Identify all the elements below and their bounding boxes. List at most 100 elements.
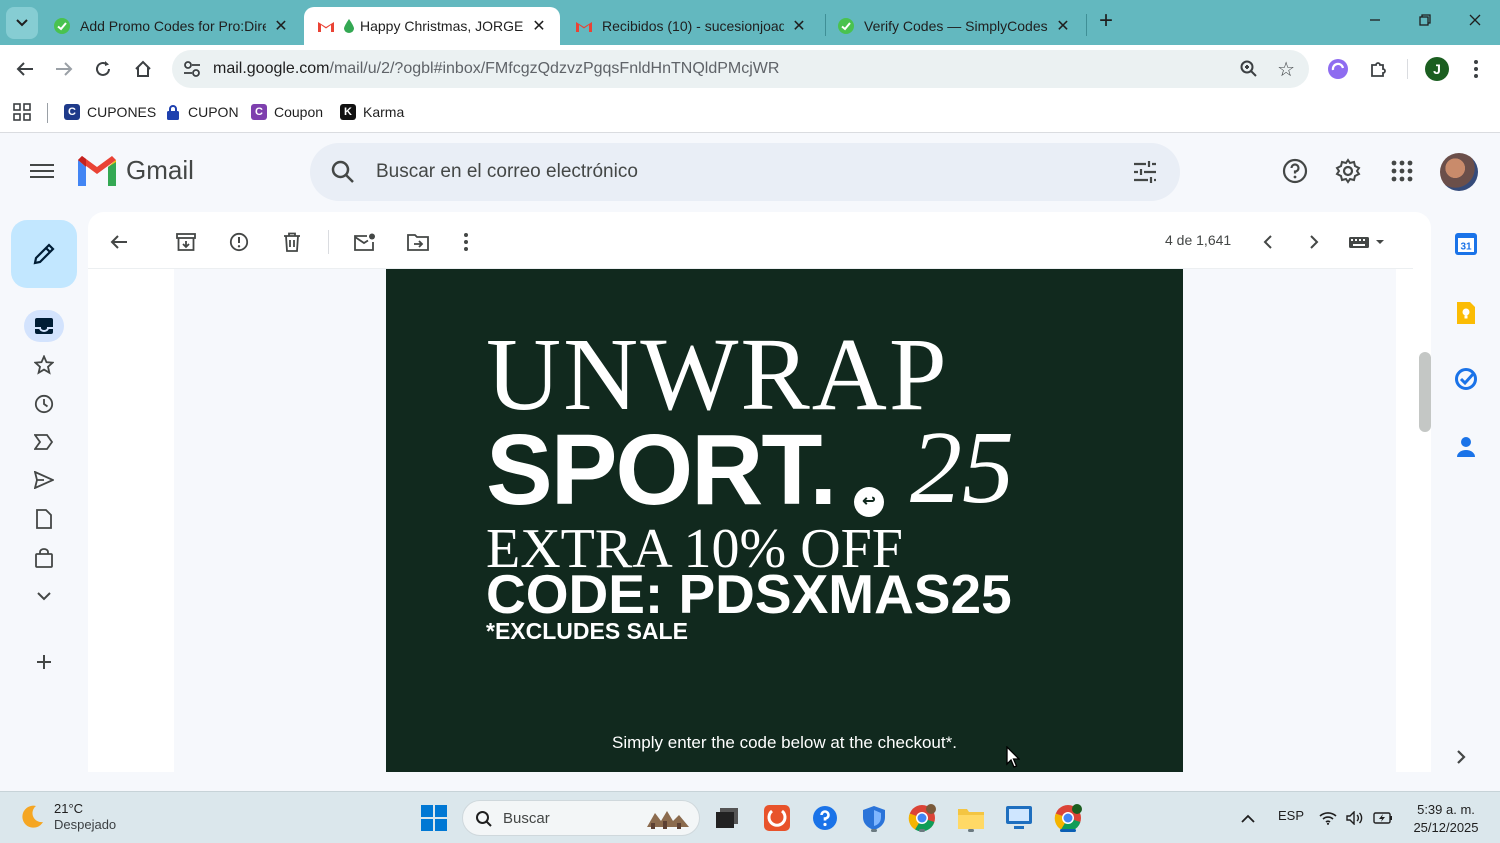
tab-promo-codes[interactable]: Add Promo Codes for Pro:Direct ✕ (40, 7, 302, 45)
promo-banner: UNWRAP SPORT. ↩ 25 EXTRA 10% OFF CODE: P… (386, 269, 1183, 772)
browser-menu-button[interactable] (1464, 57, 1488, 81)
tasks-app[interactable] (1452, 365, 1480, 393)
office-app[interactable] (761, 802, 793, 834)
google-apps-button[interactable] (1388, 157, 1416, 185)
tab-verify-codes[interactable]: Verify Codes — SimplyCodes ✕ (824, 7, 1084, 45)
input-language[interactable]: ESP (1278, 808, 1304, 823)
archive-button[interactable] (172, 228, 200, 256)
address-bar[interactable]: mail.google.com/mail/u/2/?ogbl#inbox/FMf… (172, 50, 1309, 88)
close-icon[interactable]: ✕ (272, 16, 290, 36)
tab-recibidos[interactable]: Recibidos (10) - sucesionjoaquín ✕ (562, 7, 820, 45)
rail-create-label[interactable] (24, 646, 64, 678)
profile-avatar[interactable]: J (1425, 57, 1449, 81)
bookmark-coupon[interactable]: C Coupon (251, 101, 323, 123)
rail-important[interactable] (24, 426, 64, 458)
weather-widget[interactable]: 21°C Despejado (18, 801, 116, 834)
rail-inbox[interactable] (24, 310, 64, 342)
battery-status[interactable] (1370, 802, 1396, 834)
rail-snoozed[interactable] (24, 388, 64, 420)
support-button[interactable] (1281, 157, 1309, 185)
apps-button[interactable] (13, 101, 31, 123)
gear-icon (1335, 158, 1361, 184)
restore-button[interactable] (1402, 6, 1448, 38)
message-scrollbar[interactable] (1419, 352, 1431, 432)
move-to-button[interactable] (404, 228, 432, 256)
site-settings-icon[interactable] (182, 59, 202, 79)
defender-app[interactable] (858, 802, 890, 834)
mark-unread-button[interactable] (351, 228, 379, 256)
contacts-icon (1457, 437, 1475, 457)
bookmark-karma[interactable]: K Karma (340, 101, 404, 123)
rail-purchases[interactable] (24, 542, 64, 574)
settings-button[interactable] (1334, 157, 1362, 185)
extension-icon[interactable] (1326, 57, 1350, 81)
reload-button[interactable] (89, 55, 117, 83)
taskbar-search[interactable]: Buscar (462, 800, 700, 836)
clock-date: 25/12/2025 (1413, 819, 1479, 835)
mouse-pointer-icon (1006, 746, 1020, 768)
rail-more[interactable] (24, 580, 64, 612)
main-menu-button[interactable] (30, 160, 56, 182)
promo-headline-year: 25 (910, 410, 1014, 525)
running-indicator (1060, 829, 1076, 832)
search-options-icon[interactable] (1132, 159, 1158, 190)
file-explorer-app[interactable] (955, 802, 987, 834)
compose-button[interactable] (11, 220, 77, 288)
chevron-up-icon (1241, 814, 1255, 823)
close-window-button[interactable] (1452, 6, 1498, 38)
keep-app[interactable] (1452, 299, 1480, 327)
back-button[interactable] (11, 55, 39, 83)
rail-starred[interactable] (24, 349, 64, 381)
close-icon[interactable]: ✕ (790, 16, 808, 36)
account-avatar[interactable] (1440, 153, 1478, 191)
bookmark-star-icon[interactable]: ☆ (1277, 57, 1295, 82)
volume-status[interactable] (1342, 802, 1368, 834)
chrome-app[interactable] (1052, 802, 1084, 834)
more-actions-button[interactable] (452, 228, 480, 256)
bookmark-cupon[interactable]: CUPON (165, 101, 239, 123)
calendar-app[interactable]: 31 (1452, 230, 1480, 258)
task-view-app[interactable] (711, 802, 743, 834)
zoom-icon[interactable] (1239, 59, 1259, 84)
send-icon (34, 471, 54, 489)
search-icon[interactable] (330, 159, 356, 190)
contacts-app[interactable] (1452, 433, 1480, 461)
newer-button[interactable] (1253, 228, 1281, 256)
forward-button[interactable] (50, 55, 78, 83)
wifi-status[interactable] (1315, 802, 1341, 834)
gmail-logo[interactable]: Gmail (78, 155, 194, 186)
home-button[interactable] (129, 55, 157, 83)
show-side-panel-icon[interactable] (1456, 748, 1466, 771)
report-icon (229, 232, 249, 252)
home-icon (135, 60, 151, 77)
cupones-icon: C (64, 104, 80, 120)
input-tools-button[interactable] (1345, 228, 1391, 256)
mail-search-bar[interactable]: Buscar en el correo electrónico (310, 143, 1180, 201)
older-button[interactable] (1300, 228, 1328, 256)
delete-button[interactable] (278, 228, 306, 256)
start-button[interactable] (418, 802, 450, 834)
mark-email-unread-icon (354, 233, 375, 251)
rail-drafts[interactable] (24, 503, 64, 535)
bookmark-cupones[interactable]: C CUPONES (64, 101, 156, 123)
close-icon[interactable]: ✕ (530, 16, 548, 36)
gmail-wordmark: Gmail (126, 155, 194, 185)
system-clock[interactable]: 5:39 a. m. 25/12/2025 (1398, 801, 1494, 836)
minimize-icon (1370, 19, 1380, 21)
tab-happy-christmas[interactable]: Happy Christmas, JORGESUÁREZ ✕ (304, 7, 560, 45)
remote-desktop-app[interactable] (1003, 802, 1035, 834)
windows-taskbar: 21°C Despejado Buscar ESP 5:39 a. m. 25/… (0, 791, 1500, 843)
minimize-button[interactable] (1352, 6, 1398, 38)
chevron-left-icon (1263, 235, 1272, 249)
rail-sent[interactable] (24, 464, 64, 496)
extensions-puzzle-icon[interactable] (1367, 57, 1391, 81)
new-tab-button[interactable]: + (1093, 9, 1119, 35)
report-spam-button[interactable] (225, 228, 253, 256)
show-hidden-icons-button[interactable] (1232, 802, 1264, 834)
close-icon[interactable]: ✕ (1054, 16, 1072, 36)
chrome-profile-app[interactable] (906, 802, 938, 834)
back-to-inbox-button[interactable] (105, 228, 133, 256)
help-app[interactable] (809, 802, 841, 834)
tab-search-button[interactable] (6, 7, 38, 39)
pencil-icon (33, 243, 55, 265)
